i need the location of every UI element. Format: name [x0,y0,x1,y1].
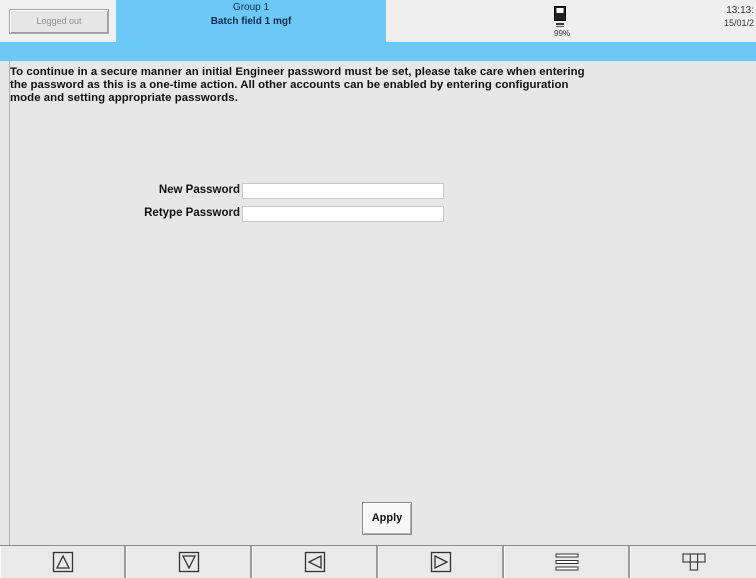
up-arrow-icon [52,551,73,573]
nav-left-button[interactable] [252,546,378,578]
storage-icon [554,6,566,27]
retype-password-label: Retype Password [144,207,240,219]
new-password-field[interactable] [242,183,444,199]
header-bar: Logged out Group 1 Batch field 1 mgf 99%… [0,0,756,43]
status-panel: 99% 13:13: 15/01/2 [386,0,756,42]
nav-right-button[interactable] [378,546,504,578]
down-arrow-icon [178,551,199,573]
menu-icon [555,553,578,571]
clock-time: 13:13: [726,5,754,16]
right-arrow-icon [430,551,451,573]
retype-password-field[interactable] [242,206,444,222]
apply-button[interactable]: Apply [362,502,412,535]
nav-menu-button[interactable] [504,546,630,578]
grid-icon [681,553,706,571]
storage-percent: 99% [554,29,571,38]
new-password-label: New Password [158,184,240,196]
group-subtitle: Batch field 1 mgf [210,16,292,27]
group-panel[interactable]: Group 1 Batch field 1 mgf [116,0,386,42]
nav-down-button[interactable] [126,546,252,578]
nav-grid-button[interactable] [630,546,756,578]
password-setup-panel: To continue in a secure manner an initia… [9,61,756,545]
accent-strip [0,42,756,61]
clock-date: 15/01/2 [723,18,754,28]
group-name: Group 1 [232,2,270,13]
login-button[interactable]: Logged out [9,9,109,34]
nav-up-button[interactable] [0,546,126,578]
instruction-message: To continue in a secure manner an initia… [10,66,585,104]
bottom-nav [0,545,756,578]
left-arrow-icon [304,551,325,573]
